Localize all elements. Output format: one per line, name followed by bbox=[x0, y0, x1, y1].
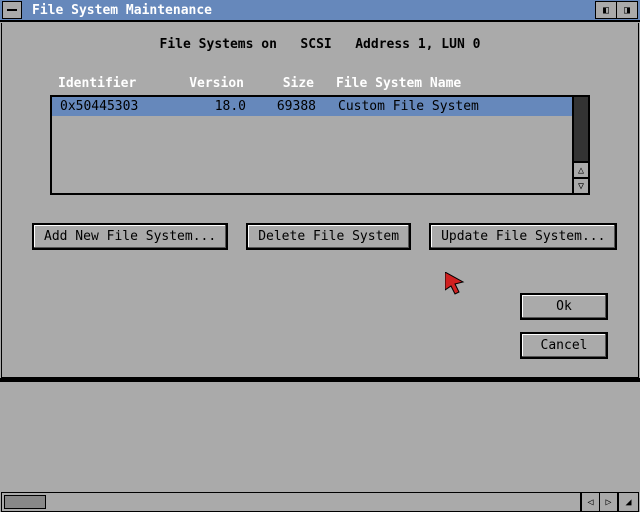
heading-prefix: File Systems on bbox=[160, 37, 277, 52]
list-body: 0x50445303 18.0 69388 Custom File System… bbox=[50, 95, 590, 195]
col-name: File System Name bbox=[328, 76, 582, 91]
cell-identifier: 0x50445303 bbox=[60, 99, 180, 114]
zoom-gadget-icon[interactable]: ◨ bbox=[616, 1, 638, 19]
cancel-button[interactable]: Cancel bbox=[520, 332, 608, 359]
scroll-right-icon[interactable]: ▷ bbox=[600, 493, 618, 511]
system-menu-icon[interactable] bbox=[2, 1, 22, 19]
scrollbar-track[interactable] bbox=[574, 97, 588, 161]
list-rows[interactable]: 0x50445303 18.0 69388 Custom File System bbox=[52, 97, 572, 193]
col-identifier: Identifier bbox=[58, 76, 178, 91]
filesystem-list: Identifier Version Size File System Name… bbox=[50, 72, 590, 195]
cell-version: 18.0 bbox=[180, 99, 260, 114]
horizontal-divider bbox=[0, 378, 640, 382]
main-panel: File Systems on SCSI Address 1, LUN 0 Id… bbox=[1, 23, 639, 378]
heading-address: Address 1, LUN 0 bbox=[355, 37, 480, 52]
delete-filesystem-button[interactable]: Delete File System bbox=[246, 223, 411, 250]
ok-button[interactable]: Ok bbox=[520, 293, 608, 320]
cell-name: Custom File System bbox=[330, 99, 564, 114]
col-version: Version bbox=[178, 76, 258, 91]
update-filesystem-button[interactable]: Update File System... bbox=[429, 223, 617, 250]
scroll-left-icon[interactable]: ◁ bbox=[582, 493, 600, 511]
dialog-buttons: Ok Cancel bbox=[520, 293, 608, 359]
titlebar: File System Maintenance ◧ ◨ bbox=[0, 0, 640, 22]
depth-gadget-icon[interactable]: ◧ bbox=[595, 1, 617, 19]
scroll-down-icon[interactable]: ▽ bbox=[574, 177, 588, 193]
scroll-up-icon[interactable]: △ bbox=[574, 161, 588, 177]
add-filesystem-button[interactable]: Add New File System... bbox=[32, 223, 228, 250]
vertical-scrollbar[interactable]: △ ▽ bbox=[572, 97, 590, 193]
col-size: Size bbox=[258, 76, 328, 91]
window-controls: ◧ ◨ bbox=[596, 1, 638, 19]
table-row[interactable]: 0x50445303 18.0 69388 Custom File System bbox=[52, 97, 572, 116]
hscroll-track[interactable] bbox=[2, 493, 582, 511]
panel-heading: File Systems on SCSI Address 1, LUN 0 bbox=[2, 23, 638, 62]
resize-handle-icon[interactable]: ◢ bbox=[618, 493, 638, 511]
cell-size: 69388 bbox=[260, 99, 330, 114]
window-title: File System Maintenance bbox=[28, 3, 596, 18]
horizontal-scrollbar[interactable]: ◁ ▷ ◢ bbox=[1, 492, 639, 512]
action-buttons: Add New File System... Delete File Syste… bbox=[32, 223, 608, 250]
column-headers: Identifier Version Size File System Name bbox=[50, 72, 590, 95]
heading-bus: SCSI bbox=[300, 37, 331, 52]
